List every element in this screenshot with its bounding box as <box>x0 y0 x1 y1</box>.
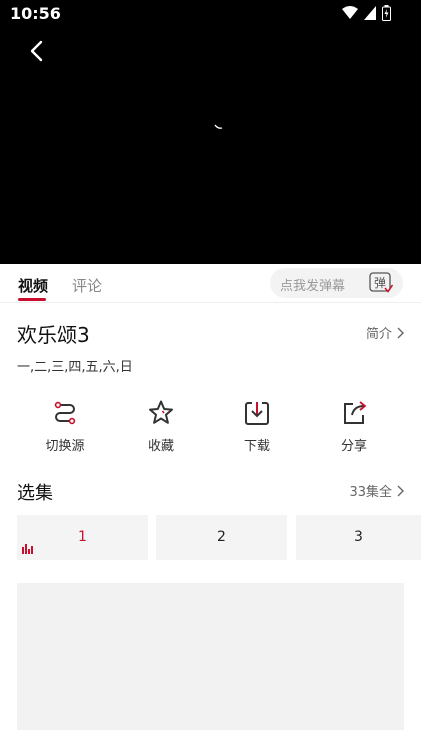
tab-bar: 视频 评论 点我发弹幕 弹 <box>0 264 421 303</box>
playing-bars-icon <box>22 544 33 554</box>
star-icon <box>149 400 173 424</box>
action-label: 收藏 <box>147 439 174 454</box>
danmu-placeholder: 点我发弹幕 <box>280 279 346 294</box>
all-episodes-link[interactable]: 33集全 <box>349 481 404 500</box>
switch-source-button[interactable]: 切换源 <box>25 398 105 454</box>
episode-tile[interactable]: 3 <box>296 515 421 560</box>
action-label: 分享 <box>340 439 367 454</box>
danmu-input[interactable]: 点我发弹幕 弹 <box>270 268 403 298</box>
show-title: 欢乐颂3 <box>17 323 90 347</box>
danmu-toggle-icon[interactable]: 弹 <box>369 272 393 294</box>
loading-spinner-icon <box>214 124 223 129</box>
tab-comment[interactable]: 评论 <box>72 275 102 296</box>
episode-number: 1 <box>78 529 87 545</box>
signal-icon <box>364 6 376 20</box>
download-button[interactable]: 下载 <box>217 398 297 454</box>
back-arrow-icon[interactable] <box>24 38 50 64</box>
episode-number: 2 <box>217 529 226 545</box>
episode-tile[interactable]: 2 <box>156 515 287 560</box>
intro-label: 简介 <box>365 327 392 342</box>
episode-number: 3 <box>354 529 363 545</box>
update-days: 一,二,三,四,五,六,日 <box>17 360 133 375</box>
chevron-right-icon <box>397 327 404 338</box>
share-button[interactable]: 分享 <box>314 398 394 454</box>
status-time: 10:56 <box>10 4 61 23</box>
switch-source-icon <box>54 401 76 425</box>
download-icon <box>245 402 269 425</box>
action-label: 下载 <box>243 439 270 454</box>
episode-tile[interactable]: 1 <box>17 515 148 560</box>
share-icon <box>344 401 367 424</box>
episodes-section-title: 选集 <box>17 483 53 504</box>
danmu-button-label: 弹 <box>374 276 386 290</box>
status-icons <box>342 5 391 21</box>
chevron-right-icon <box>397 485 404 496</box>
wifi-icon <box>342 6 358 19</box>
episode-count-label: 33集全 <box>349 485 392 500</box>
battery-icon <box>382 5 391 21</box>
active-tab-indicator <box>18 298 46 301</box>
action-label: 切换源 <box>45 439 85 454</box>
video-player[interactable]: 10:56 <box>0 0 421 264</box>
tab-video[interactable]: 视频 <box>18 275 48 296</box>
favorite-button[interactable]: 收藏 <box>121 398 201 454</box>
intro-link[interactable]: 简介 <box>366 323 404 342</box>
content-placeholder <box>17 583 404 730</box>
